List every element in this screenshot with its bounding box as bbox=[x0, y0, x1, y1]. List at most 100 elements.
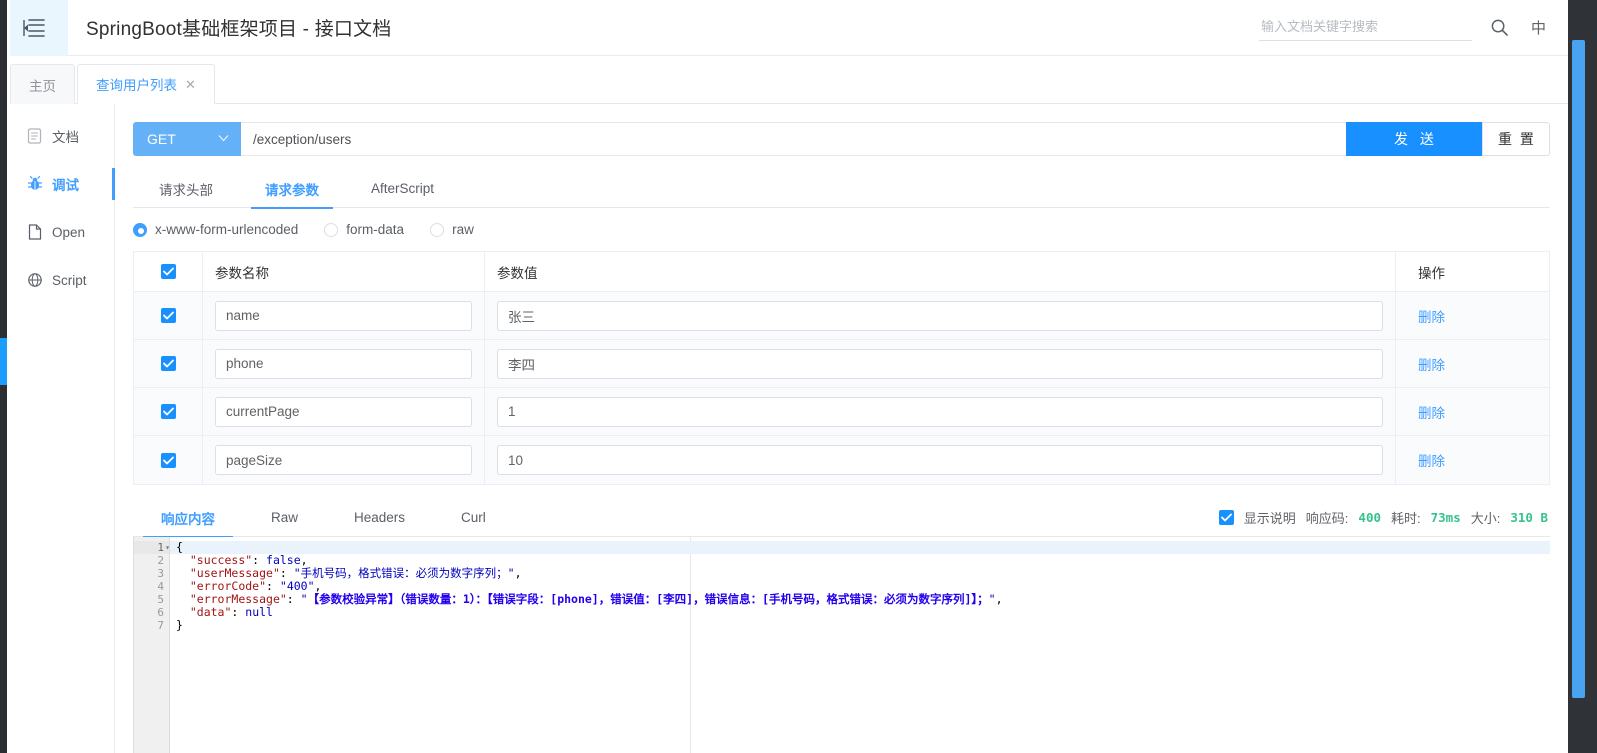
param-value-input[interactable] bbox=[497, 300, 1383, 331]
sidebar-item-document[interactable]: 文档 bbox=[0, 112, 114, 160]
radio-raw[interactable]: raw bbox=[430, 222, 474, 237]
editor-line-number: 1 ▾ bbox=[134, 541, 170, 554]
http-method-select[interactable]: GET bbox=[133, 122, 241, 156]
table-row: 删除 bbox=[134, 388, 1549, 436]
page-scrollbar-thumb[interactable] bbox=[1572, 40, 1585, 698]
doc-tab-query-user-list[interactable]: 查询用户列表 ✕ bbox=[77, 64, 215, 104]
document-icon bbox=[26, 128, 43, 145]
row-checkbox[interactable] bbox=[160, 308, 176, 323]
sidebar-item-open[interactable]: Open bbox=[0, 208, 114, 256]
editor-code-line: } bbox=[170, 619, 1550, 632]
param-name-input[interactable] bbox=[215, 396, 472, 427]
tab-response-raw[interactable]: Raw bbox=[243, 499, 326, 537]
param-name-cell bbox=[202, 436, 484, 484]
param-value-input[interactable] bbox=[497, 445, 1383, 475]
request-params-table: 参数名称 参数值 操作 删除 bbox=[133, 252, 1550, 485]
param-name-input[interactable] bbox=[215, 445, 472, 475]
select-all-checkbox[interactable] bbox=[160, 264, 176, 279]
param-value-input[interactable] bbox=[497, 396, 1383, 427]
sidebar-item-label: 调试 bbox=[52, 178, 79, 193]
search-input[interactable] bbox=[1258, 14, 1472, 41]
response-code-editor[interactable]: 1 ▾ 2 3 4 5 6 7 { "success": false, "userMessag… bbox=[133, 537, 1550, 753]
editor-line-number: 3 bbox=[157, 567, 164, 580]
radio-form-data[interactable]: form-data bbox=[324, 222, 404, 237]
row-checkbox[interactable] bbox=[160, 356, 176, 371]
tab-request-params[interactable]: 请求参数 bbox=[239, 170, 345, 209]
send-button[interactable]: 发 送 bbox=[1346, 122, 1482, 156]
status-code-value: 400 bbox=[1358, 510, 1381, 525]
sidebar-item-script[interactable]: Script bbox=[0, 256, 114, 304]
app-header: SpringBoot基础框架项目 - 接口文档 中 bbox=[0, 0, 1568, 56]
row-actions-cell: 删除 bbox=[1395, 388, 1549, 435]
outer-left-scrollbar[interactable] bbox=[0, 0, 7, 753]
tab-label: 请求参数 bbox=[265, 182, 319, 198]
doc-tab-home[interactable]: 主页 bbox=[10, 64, 75, 104]
tab-label: 响应内容 bbox=[161, 511, 215, 527]
select-all-cell bbox=[134, 264, 202, 279]
left-sidebar: 文档 调试 Open Script bbox=[0, 104, 115, 753]
language-toggle[interactable]: 中 bbox=[1527, 17, 1550, 38]
row-checkbox[interactable] bbox=[160, 452, 176, 468]
show-description-checkbox[interactable] bbox=[1218, 510, 1234, 525]
delete-row-button[interactable]: 删除 bbox=[1418, 354, 1445, 374]
sidebar-item-debug[interactable]: 调试 bbox=[0, 160, 115, 208]
tab-label: Curl bbox=[461, 510, 486, 525]
table-header-row: 参数名称 参数值 操作 bbox=[134, 252, 1549, 292]
param-name-cell bbox=[202, 340, 484, 387]
code-token: "userMessage" bbox=[189, 566, 280, 580]
param-name-cell bbox=[202, 292, 484, 339]
editor-code-area[interactable]: { "success": false, "userMessage": "手机号码… bbox=[170, 537, 1550, 753]
code-token: : bbox=[279, 566, 294, 580]
tab-response-body[interactable]: 响应内容 bbox=[133, 499, 243, 538]
tab-response-headers[interactable]: Headers bbox=[326, 499, 433, 537]
request-url-row: GET 发 送 重 置 bbox=[133, 122, 1550, 156]
tab-label: AfterScript bbox=[371, 181, 435, 196]
page-scrollbar[interactable] bbox=[1568, 0, 1597, 753]
code-token: } bbox=[176, 618, 183, 632]
request-url-input[interactable] bbox=[241, 122, 1346, 156]
param-name-cell bbox=[202, 388, 484, 435]
editor-gutter: 1 ▾ 2 3 4 5 6 7 bbox=[134, 537, 170, 753]
param-name-input[interactable] bbox=[215, 300, 472, 331]
delete-row-button[interactable]: 删除 bbox=[1418, 402, 1445, 422]
code-token: "data" bbox=[189, 605, 232, 619]
close-icon[interactable]: ✕ bbox=[185, 78, 196, 91]
editor-code-line: "data": null bbox=[170, 606, 1550, 619]
row-select-cell bbox=[134, 356, 202, 371]
table-row: 删除 bbox=[134, 292, 1549, 340]
http-method-value: GET bbox=[147, 131, 176, 147]
param-value-cell bbox=[484, 436, 1395, 484]
param-value-input[interactable] bbox=[497, 348, 1383, 379]
row-select-cell bbox=[134, 404, 202, 419]
outer-left-scrollbar-thumb[interactable] bbox=[0, 338, 7, 385]
radio-x-www-form-urlencoded[interactable]: x-www-form-urlencoded bbox=[133, 222, 298, 237]
tab-response-curl[interactable]: Curl bbox=[433, 499, 514, 537]
menu-collapse-button[interactable] bbox=[0, 0, 68, 56]
tab-after-script[interactable]: AfterScript bbox=[345, 170, 460, 208]
row-actions-cell: 删除 bbox=[1395, 340, 1549, 387]
tab-label: Headers bbox=[354, 510, 406, 525]
row-actions-cell: 删除 bbox=[1395, 292, 1549, 339]
search-box[interactable] bbox=[1258, 14, 1472, 41]
code-token: { bbox=[176, 540, 183, 554]
delete-row-button[interactable]: 删除 bbox=[1418, 450, 1445, 470]
code-token: "手机号码，格式错误：必须为数字序列；" bbox=[293, 566, 515, 580]
editor-line-number: 4 bbox=[157, 580, 164, 593]
radio-dot-icon bbox=[133, 222, 147, 237]
param-name-input[interactable] bbox=[215, 348, 472, 379]
sidebar-item-label: Open bbox=[52, 224, 86, 240]
radio-dot-icon bbox=[430, 222, 445, 237]
row-actions-cell: 删除 bbox=[1395, 436, 1549, 484]
param-value-cell bbox=[484, 340, 1395, 387]
delete-row-button[interactable]: 删除 bbox=[1418, 306, 1445, 326]
sidebar-item-label: Script bbox=[52, 272, 87, 288]
editor-line-number: 6 bbox=[157, 606, 164, 619]
left-gap bbox=[7, 0, 10, 753]
row-checkbox[interactable] bbox=[160, 404, 176, 419]
reset-button[interactable]: 重 置 bbox=[1482, 122, 1550, 156]
search-icon[interactable] bbox=[1490, 18, 1509, 37]
tab-request-headers[interactable]: 请求头部 bbox=[133, 170, 239, 208]
